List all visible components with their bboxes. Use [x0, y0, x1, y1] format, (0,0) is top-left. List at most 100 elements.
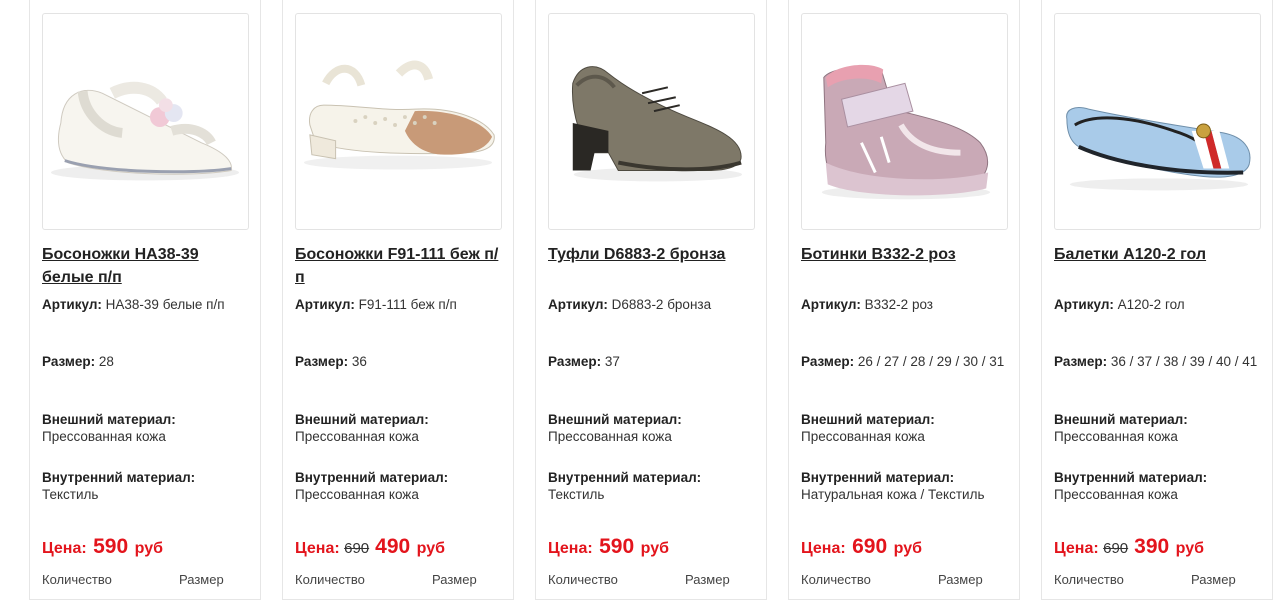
inner-material-label: Внутренний материал:: [1054, 470, 1208, 485]
size-select-label: Размер: [1191, 572, 1236, 587]
inner-material-row: Внутренний материал: Натуральная кожа / Т…: [801, 469, 1009, 503]
currency: руб: [893, 540, 922, 557]
size-row: Размер: 28: [42, 353, 250, 370]
product-card: Ботинки B332-2 роз Артикул: B332-2 роз Р…: [788, 0, 1020, 600]
inner-material-value: Прессованная кожа: [295, 487, 419, 502]
currency: руб: [1175, 540, 1204, 557]
price: Цена: 590 руб: [42, 535, 163, 561]
size-value: 37: [604, 354, 620, 369]
old-price: 690: [1103, 540, 1129, 557]
product-image[interactable]: [42, 13, 249, 230]
product-card: Босоножки F91-111 беж п/п Артикул: F91-1…: [282, 0, 514, 600]
product-title-link[interactable]: Туфли D6883-2 бронза: [548, 243, 756, 266]
inner-material-value: Прессованная кожа: [1054, 487, 1178, 502]
price: Цена: 690 390 руб: [1054, 535, 1204, 561]
bronze-shoe-icon: [571, 66, 743, 182]
size-select-label: Размер: [685, 572, 730, 587]
inner-material-value: Натуральная кожа / Текстиль: [801, 487, 985, 502]
inner-material-row: Внутренний материал: Текстиль: [42, 469, 250, 503]
size-label: Размер:: [548, 354, 602, 369]
quantity-label: Количество: [1054, 572, 1124, 587]
product-image[interactable]: [295, 13, 502, 230]
outer-material-value: Прессованная кожа: [295, 429, 419, 444]
article-value: B332-2 роз: [864, 297, 933, 312]
size-row: Размер: 37: [548, 353, 756, 370]
size-value: 26 / 27 / 28 / 29 / 30 / 31: [857, 354, 1005, 369]
outer-material-row: Внешний материал: Прессованная кожа: [801, 411, 1009, 445]
price-value: 590: [93, 535, 129, 558]
size-label: Размер:: [42, 354, 96, 369]
outer-material-value: Прессованная кожа: [1054, 429, 1178, 444]
article-row: Артикул: F91-111 беж п/п: [295, 296, 503, 313]
size-select-label: Размер: [179, 572, 224, 587]
currency: руб: [134, 540, 163, 557]
size-row: Размер: 36 / 37 / 38 / 39 / 40 / 41: [1054, 353, 1262, 370]
quantity-label: Количество: [42, 572, 112, 587]
price-value: 390: [1134, 535, 1170, 558]
quantity-label: Количество: [548, 572, 618, 587]
outer-material-value: Прессованная кожа: [548, 429, 672, 444]
outer-material-row: Внешний материал: Прессованная кожа: [42, 411, 250, 445]
outer-material-label: Внешний материал:: [1054, 412, 1188, 427]
white-sandal-icon: [50, 81, 240, 181]
product-grid: Босоножки НА38-39 белые п/п Артикул: НА3…: [0, 0, 1280, 600]
inner-material-label: Внутренний материал:: [295, 470, 449, 485]
inner-material-label: Внутренний материал:: [42, 470, 196, 485]
price-label: Цена:: [801, 540, 846, 557]
size-label: Размер:: [801, 354, 855, 369]
product-image[interactable]: [548, 13, 755, 230]
product-card: Балетки A120-2 гол Артикул: A120-2 гол Р…: [1041, 0, 1273, 600]
product-title-link[interactable]: Ботинки B332-2 роз: [801, 243, 1009, 266]
size-value: 36 / 37 / 38 / 39 / 40 / 41: [1110, 354, 1258, 369]
pink-boot-icon: [821, 64, 991, 200]
quantity-label: Количество: [801, 572, 871, 587]
outer-material-label: Внешний материал:: [42, 412, 176, 427]
article-value: D6883-2 бронза: [611, 297, 712, 312]
size-value: 28: [98, 354, 114, 369]
size-value: 36: [351, 354, 367, 369]
inner-material-value: Текстиль: [42, 487, 99, 502]
inner-material-label: Внутренний материал:: [801, 470, 955, 485]
article-label: Артикул:: [1054, 297, 1114, 312]
old-price: 690: [344, 540, 370, 557]
price-value: 490: [375, 535, 411, 558]
price: Цена: 690 490 руб: [295, 535, 445, 561]
article-row: Артикул: B332-2 роз: [801, 296, 1009, 313]
product-image[interactable]: [1054, 13, 1261, 230]
size-select-label: Размер: [938, 572, 983, 587]
product-card: Туфли D6883-2 бронза Артикул: D6883-2 бр…: [535, 0, 767, 600]
product-title-link[interactable]: Босоножки НА38-39 белые п/п: [42, 243, 250, 289]
product-image[interactable]: [801, 13, 1008, 230]
article-row: Артикул: A120-2 гол: [1054, 296, 1262, 313]
inner-material-label: Внутренний материал:: [548, 470, 702, 485]
outer-material-row: Внешний материал: Прессованная кожа: [295, 411, 503, 445]
price-label: Цена:: [548, 540, 593, 557]
article-label: Артикул:: [548, 297, 608, 312]
outer-material-label: Внешний материал:: [548, 412, 682, 427]
currency: руб: [416, 540, 445, 557]
article-row: Артикул: НА38-39 белые п/п: [42, 296, 250, 313]
currency: руб: [640, 540, 669, 557]
inner-material-value: Текстиль: [548, 487, 605, 502]
size-select-label: Размер: [432, 572, 477, 587]
article-value: НА38-39 белые п/п: [105, 297, 225, 312]
size-row: Размер: 26 / 27 / 28 / 29 / 30 / 31: [801, 353, 1009, 370]
price-value: 590: [599, 535, 635, 558]
price: Цена: 690 руб: [801, 535, 922, 561]
article-row: Артикул: D6883-2 бронза: [548, 296, 756, 313]
product-title-link[interactable]: Балетки A120-2 гол: [1054, 243, 1262, 266]
quantity-label: Количество: [295, 572, 365, 587]
article-label: Артикул:: [295, 297, 355, 312]
price: Цена: 590 руб: [548, 535, 669, 561]
size-label: Размер:: [1054, 354, 1108, 369]
size-row: Размер: 36: [295, 353, 503, 370]
article-label: Артикул:: [42, 297, 102, 312]
article-value: F91-111 беж п/п: [358, 297, 457, 312]
price-label: Цена:: [295, 540, 340, 557]
product-title-link[interactable]: Босоножки F91-111 беж п/п: [295, 243, 503, 289]
blue-ballet-flat-icon: [1066, 107, 1251, 191]
inner-material-row: Внутренний материал: Прессованная кожа: [295, 469, 503, 503]
outer-material-label: Внешний материал:: [295, 412, 429, 427]
article-value: A120-2 гол: [1117, 297, 1185, 312]
product-card: Босоножки НА38-39 белые п/п Артикул: НА3…: [29, 0, 261, 600]
